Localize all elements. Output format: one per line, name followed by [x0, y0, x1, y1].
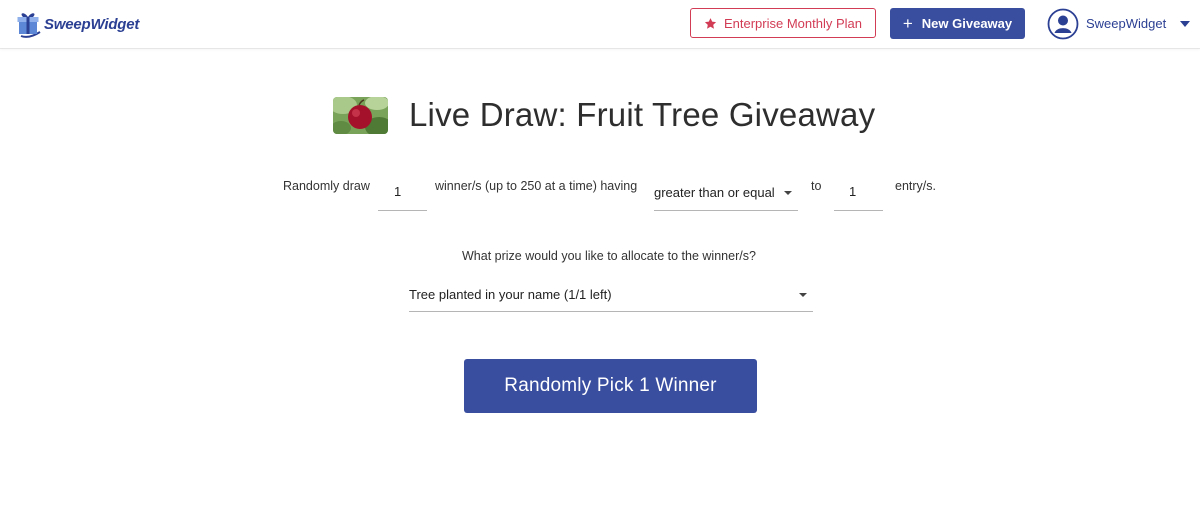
comparison-select[interactable]: greater than or equal — [654, 180, 798, 211]
gift-box-icon — [16, 10, 42, 38]
caret-down-icon — [784, 191, 792, 195]
new-giveaway-label: New Giveaway — [921, 16, 1013, 31]
randomly-draw-label: Randomly draw — [283, 179, 370, 193]
user-name: SweepWidget — [1086, 16, 1167, 31]
logo[interactable]: SweepWidget — [16, 9, 139, 39]
chevron-down-icon[interactable] — [1180, 20, 1191, 27]
comparison-selected-value: greater than or equal — [654, 185, 775, 200]
prize-question-label: What prize would you like to allocate to… — [462, 249, 756, 263]
entries-count-input[interactable] — [834, 180, 883, 211]
top-navigation-bar: SweepWidget Enterprise Monthly Plan + Ne… — [0, 0, 1200, 49]
entries-suffix-label: entry/s. — [895, 179, 936, 193]
new-giveaway-button[interactable]: + New Giveaway — [890, 8, 1025, 39]
prize-select[interactable]: Tree planted in your name (1/1 left) — [409, 280, 813, 312]
randomly-pick-winner-button[interactable]: Randomly Pick 1 Winner — [464, 359, 757, 413]
page-title-row: Live Draw: Fruit Tree Giveaway — [333, 96, 875, 134]
prize-selected-value: Tree planted in your name (1/1 left) — [409, 287, 612, 302]
enterprise-plan-button[interactable]: Enterprise Monthly Plan — [690, 8, 876, 38]
user-circle-icon — [1047, 8, 1079, 40]
giveaway-thumbnail-image — [333, 96, 388, 134]
to-label: to — [811, 179, 822, 193]
logo-text: SweepWidget — [44, 15, 140, 33]
winners-count-field[interactable] — [394, 184, 427, 199]
user-menu[interactable]: SweepWidget — [1047, 7, 1191, 40]
enterprise-plan-label: Enterprise Monthly Plan — [723, 15, 862, 31]
star-icon — [704, 17, 717, 30]
plus-icon: + — [902, 14, 913, 33]
caret-down-icon — [799, 293, 807, 297]
page-title: Live Draw: Fruit Tree Giveaway — [409, 96, 876, 133]
entries-count-field[interactable] — [849, 184, 883, 199]
winners-count-input[interactable] — [378, 180, 427, 211]
winners-suffix-label: winner/s (up to 250 at a time) having — [435, 179, 638, 193]
